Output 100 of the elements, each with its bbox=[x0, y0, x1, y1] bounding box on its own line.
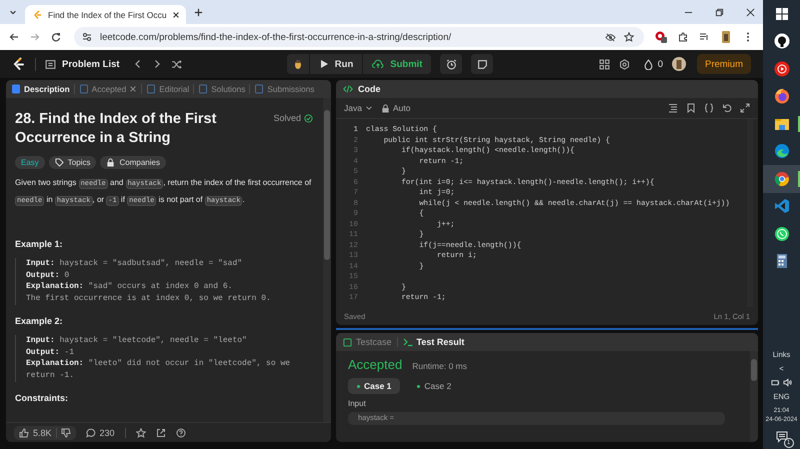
avatar-icon[interactable] bbox=[672, 57, 686, 71]
example-line: Output: -1 bbox=[26, 346, 76, 358]
problem-title: 28. Find the Index of the First Occurrence in a String bbox=[15, 110, 218, 148]
reload-icon[interactable] bbox=[51, 32, 61, 42]
settings-icon[interactable] bbox=[618, 58, 630, 70]
case-tab[interactable]: Case 2 bbox=[408, 378, 460, 394]
panel-tab[interactable]: Submissions bbox=[254, 84, 314, 94]
flame-icon[interactable] bbox=[642, 58, 654, 70]
case-tab[interactable]: Case 1 bbox=[348, 378, 400, 394]
example-line: Input: haystack = "leetcode", needle = "leeto" bbox=[26, 334, 248, 347]
notes-button[interactable] bbox=[471, 54, 494, 74]
language-dropdown[interactable]: Java bbox=[344, 103, 373, 113]
help-icon[interactable] bbox=[176, 428, 186, 438]
tag-chip[interactable]: Topics bbox=[48, 156, 96, 169]
shuffle-icon[interactable] bbox=[170, 58, 182, 70]
like-button[interactable]: 5.8K bbox=[14, 426, 76, 440]
panel-title: Code bbox=[358, 84, 380, 94]
scrollbar[interactable] bbox=[750, 351, 758, 442]
profile-avatar-icon[interactable] bbox=[720, 31, 732, 43]
wave-globe-icon bbox=[774, 143, 790, 160]
terminal-icon bbox=[402, 337, 413, 347]
previous-icon[interactable] bbox=[132, 59, 143, 69]
message-icon bbox=[776, 431, 788, 443]
share-icon[interactable] bbox=[156, 428, 166, 438]
premium-button[interactable]: Premium bbox=[696, 54, 751, 74]
difficulty-badge: Easy bbox=[15, 156, 45, 169]
check-circle-icon bbox=[304, 114, 313, 122]
checkbox-icon bbox=[343, 338, 352, 346]
leetcode-logo-icon[interactable] bbox=[12, 57, 26, 71]
lock-icon bbox=[380, 104, 390, 112]
url-text: leetcode.com/problems/find-the-index-of-the-first-occurrence-in-a-string/description/ bbox=[100, 32, 452, 42]
input-label: Input bbox=[348, 399, 367, 408]
debug-button[interactable] bbox=[286, 54, 309, 74]
runtime-text: Runtime: 0 ms bbox=[412, 361, 467, 371]
panel-tab[interactable]: Test Result bbox=[402, 337, 464, 347]
tab-icon bbox=[254, 84, 264, 94]
eye-slash-icon[interactable] bbox=[605, 32, 616, 42]
note-icon bbox=[476, 58, 488, 70]
example-line: The first occurrence is at index 0, so we return 0. bbox=[26, 293, 272, 305]
tab-title: Find the Index of the First Occu bbox=[48, 10, 167, 20]
braces-icon[interactable] bbox=[704, 103, 714, 113]
expand-icon[interactable] bbox=[740, 103, 750, 113]
tab-icon bbox=[78, 84, 89, 94]
reset-icon[interactable] bbox=[722, 103, 732, 113]
panel-tab[interactable]: Editorial bbox=[146, 84, 190, 94]
browser-logo-icon bbox=[774, 170, 790, 187]
list-icon bbox=[45, 58, 56, 70]
site-settings-icon[interactable] bbox=[82, 32, 92, 42]
close-icon[interactable] bbox=[172, 10, 180, 18]
comment-icon[interactable] bbox=[86, 428, 96, 438]
browser-tab[interactable]: Find the Index of the First Occu bbox=[25, 5, 186, 24]
restore-icon[interactable] bbox=[715, 8, 724, 16]
fox-globe-icon bbox=[774, 88, 790, 104]
code-icon bbox=[343, 84, 353, 94]
example-heading: Example 2: bbox=[15, 316, 64, 326]
play-circle-icon bbox=[774, 60, 790, 77]
chevron-down-icon bbox=[364, 104, 373, 112]
solved-status: Solved bbox=[273, 113, 301, 123]
layout-icon[interactable] bbox=[598, 58, 610, 70]
leetcode-logo-icon bbox=[33, 10, 43, 20]
back-icon[interactable] bbox=[9, 32, 19, 42]
tab-icon bbox=[146, 84, 156, 94]
star-icon[interactable] bbox=[136, 428, 146, 438]
tab-icon bbox=[11, 84, 21, 94]
volume-icon[interactable] bbox=[783, 378, 792, 387]
cloud-upload-icon bbox=[372, 58, 384, 70]
example-line: Output: 0 bbox=[26, 270, 70, 282]
autocomplete-mode[interactable]: Auto bbox=[392, 103, 410, 113]
verdict-text: Accepted bbox=[348, 357, 402, 372]
tab-icon bbox=[198, 84, 208, 94]
thumbs-up-icon bbox=[19, 428, 29, 438]
panel-tab[interactable]: Testcase bbox=[343, 337, 392, 347]
tab-list-icon[interactable] bbox=[9, 8, 17, 16]
problem-list-button[interactable]: Problem List bbox=[45, 58, 124, 70]
example-line: Input: haystack = "sadbutsad", needle = "sad" bbox=[26, 258, 244, 270]
tag-icon bbox=[54, 158, 64, 167]
alarm-icon bbox=[446, 58, 457, 70]
section-heading: Constraints: bbox=[15, 392, 70, 403]
example-line: Explanation: "sad" occurs at index 0 and 6. bbox=[26, 281, 234, 294]
tag-chip[interactable]: Companies bbox=[100, 156, 166, 169]
puzzle-icon[interactable] bbox=[678, 32, 688, 42]
windows-logo-icon bbox=[774, 6, 790, 22]
battery-icon[interactable] bbox=[771, 378, 780, 387]
scrollbar[interactable] bbox=[323, 98, 331, 422]
panel-tab[interactable]: Accepted bbox=[78, 84, 138, 94]
new-tab-icon[interactable] bbox=[194, 8, 203, 16]
playlist-icon[interactable] bbox=[699, 32, 709, 42]
bookmark-icon[interactable] bbox=[686, 103, 696, 113]
timer-button[interactable] bbox=[440, 54, 462, 74]
run-button[interactable]: Run bbox=[310, 54, 362, 74]
panel-tab[interactable]: Description bbox=[11, 84, 70, 94]
panel-tab[interactable]: Solutions bbox=[198, 84, 246, 94]
address-bar[interactable]: leetcode.com/problems/find-the-index-of-the-first-occurrence-in-a-string/description/ bbox=[74, 27, 644, 47]
format-icon[interactable] bbox=[668, 103, 678, 113]
streak-count: 0 bbox=[658, 58, 663, 70]
submit-button[interactable]: Submit bbox=[363, 54, 432, 74]
star-icon[interactable] bbox=[624, 32, 634, 42]
play-icon bbox=[318, 59, 329, 69]
extension-icon[interactable] bbox=[655, 31, 667, 43]
close-window-icon[interactable] bbox=[746, 8, 755, 16]
